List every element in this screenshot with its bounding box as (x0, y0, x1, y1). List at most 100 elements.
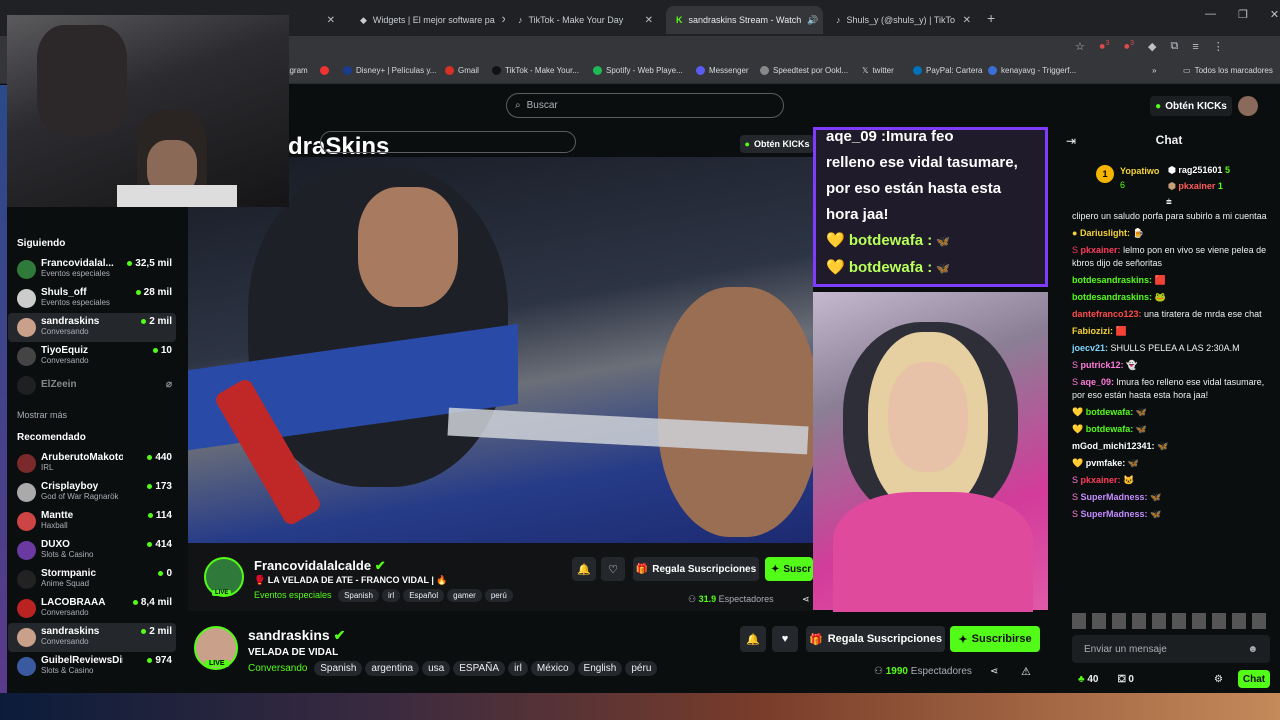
bookmark-label: twitter (872, 66, 894, 75)
send-chat-button[interactable]: Chat (1238, 670, 1270, 688)
show-more-link[interactable]: Mostrar más (17, 410, 176, 420)
emote-bar[interactable] (1072, 613, 1272, 629)
sidebar-channel[interactable]: DUXO Slots & Casino 414 (8, 536, 176, 565)
share-icon[interactable]: ⋖ (802, 594, 810, 605)
tag[interactable]: Spanish (338, 589, 379, 602)
new-tab-icon[interactable]: + (987, 10, 995, 26)
maximize-icon[interactable]: ❐ (1238, 8, 1248, 21)
bookmark[interactable]: 𝕏twitter (862, 66, 894, 75)
search-placeholder: Buscar (526, 100, 558, 111)
extension-icon[interactable]: ◆ (1148, 40, 1156, 53)
tag[interactable]: usa (422, 661, 451, 676)
minimize-icon[interactable]: — (1205, 8, 1216, 21)
close-icon[interactable]: ✕ (963, 15, 971, 26)
emote-icon: 🦋 (1150, 492, 1162, 502)
extension-icon[interactable]: ●3 (1099, 40, 1110, 53)
gift-subs-button[interactable]: 🎁 Regala Suscripciones (806, 626, 945, 652)
gift-subs-label: Regala Suscripciones (827, 633, 943, 645)
sidebar-channel[interactable]: AruberutoMakoto IRL 440 (8, 449, 176, 478)
puzzle-icon[interactable]: ⧉ (1170, 40, 1178, 53)
tag[interactable]: péru (625, 661, 658, 676)
sidebar-channel[interactable]: GuibelReviewsDir...Slots & Casino 974 (8, 652, 176, 681)
subscribe-button[interactable]: ✦ Suscribirse (950, 626, 1040, 652)
extension-icon[interactable]: ●3 (1123, 40, 1134, 53)
get-kicks-button[interactable]: ● Obtén KICKs (1150, 96, 1232, 116)
kicks-balance[interactable]: ♣ 40 (1078, 673, 1098, 686)
sidebar-channel[interactable]: sandraskins Conversando 2 mil (8, 623, 176, 652)
rank-1-icon: 1 (1096, 165, 1114, 183)
sidebar-channel[interactable]: Crisplayboy God of War Ragnarök 173 (8, 478, 176, 507)
tag[interactable]: Español (403, 589, 445, 602)
close-icon[interactable]: ✕ (645, 15, 653, 26)
viewer-count: 10 (152, 345, 172, 356)
notification-bell-icon[interactable]: 🔔 (740, 626, 766, 652)
share-icon[interactable]: ⋖ (990, 666, 998, 677)
bookmark[interactable]: PayPal: Cartera (913, 66, 982, 75)
tag[interactable]: English (577, 661, 623, 676)
sidebar-channel-offline[interactable]: ElZeein ⌀ (8, 371, 176, 400)
tag[interactable]: México (530, 661, 575, 676)
browser-tab[interactable]: ♪ TikTok - Make Your Day ✕ (508, 6, 663, 34)
close-icon[interactable]: ✕ (327, 15, 335, 26)
bell-icon[interactable]: 🔔 (572, 557, 596, 581)
browser-tab[interactable]: ◆ Widgets | El mejor software pa ✕ (350, 6, 505, 34)
browser-tab[interactable]: ♪ Shuls_y (@shuls_y) | TikTo ✕ (826, 6, 981, 34)
sidebar-channel[interactable]: Stormpanic Anime Squad 0 (8, 565, 176, 594)
category-link[interactable]: Eventos especiales (254, 590, 332, 600)
emote-icon: 🐸 (1154, 292, 1166, 302)
menu-icon[interactable]: ⋮ (1213, 40, 1224, 53)
follow-heart-icon[interactable]: ♥ (772, 626, 798, 652)
heart-icon[interactable]: ♡ (601, 557, 625, 581)
category-link[interactable]: Conversando (248, 663, 307, 674)
settings-icon[interactable]: ⚙ (1214, 673, 1223, 686)
media-icon[interactable]: ≡ (1192, 41, 1198, 53)
sidebar-channel[interactable]: Francovidalal... Eventos especiales 32,5 m… (8, 255, 176, 284)
streamer-webcam (813, 292, 1048, 612)
emoji-icon[interactable]: ☻ (1247, 643, 1258, 656)
tag[interactable]: irl (381, 589, 401, 602)
tag[interactable]: argentina (365, 661, 420, 676)
sidebar-channel[interactable]: LACOBRAAA Conversando 8,4 mil (8, 594, 176, 623)
pin-icon[interactable]: ⩧ (1166, 196, 1172, 209)
sidebar-channel[interactable]: Shuls_off Eventos especiales 28 mil (8, 284, 176, 313)
bookmark-label: Speedtest por Ookl... (773, 66, 849, 75)
channel-category: Eventos especiales (41, 269, 110, 278)
report-icon[interactable]: ⚠ (1021, 665, 1031, 678)
sidebar-channel-selected[interactable]: sandraskins Conversando 2 mil (8, 313, 176, 342)
tag[interactable]: Spanish (314, 661, 363, 676)
star-icon[interactable]: ☆ (1075, 40, 1085, 53)
channel-category: Conversando (41, 608, 89, 617)
sidebar-channel[interactable]: Mantte Haxball 114 (8, 507, 176, 536)
gift-balance[interactable]: ⛋ 0 (1118, 673, 1134, 686)
bookmark-youtube[interactable] (320, 66, 329, 75)
bookmark[interactable]: Spotify - Web Playe... (593, 66, 683, 75)
close-window-icon[interactable]: ✕ (1270, 8, 1279, 21)
search-input[interactable]: ⌕ Buscar (506, 93, 784, 118)
sidebar-channel[interactable]: TiyoEquiz Conversando 10 (8, 342, 176, 371)
close-icon[interactable]: ✕ (501, 15, 505, 26)
channel-name: LACOBRAAA (41, 597, 106, 608)
bookmark[interactable]: Gmail (445, 66, 479, 75)
chat-message: S pkxainer: lelmo pon en vivo se viene p… (1072, 245, 1267, 268)
speaker-icon[interactable]: 🔊 (807, 15, 818, 26)
tag[interactable]: irl (508, 661, 528, 676)
bookmarks-overflow-icon[interactable]: » (1152, 66, 1156, 75)
tag[interactable]: ESPAÑA (453, 661, 506, 676)
people-icon: ⚇ (874, 666, 883, 677)
browser-tab-active[interactable]: Ksandraskins Stream - Watch🔊✕ (666, 6, 823, 34)
bookmark[interactable]: Disney+ | Películas y... (343, 66, 436, 75)
bookmark[interactable]: Messenger (696, 66, 749, 75)
overlay-chat-line: 💛 botdewafa : 🦋 (826, 232, 951, 249)
chat-message: S putrick12: 👻 (1072, 360, 1138, 370)
bookmark[interactable]: kenayavg - Triggerf... (988, 66, 1076, 75)
subscribe-button[interactable]: ✦ Suscr (765, 557, 813, 581)
tag[interactable]: perú (484, 589, 513, 602)
user-avatar[interactable] (1238, 96, 1258, 116)
chat-input[interactable]: Enviar un mensaje ☻ (1072, 635, 1270, 663)
all-bookmarks[interactable]: ▭ Todos los marcadores (1183, 66, 1273, 75)
bookmark[interactable]: Speedtest por Ookl... (760, 66, 848, 75)
messenger-icon (696, 66, 705, 75)
tag[interactable]: gamer (447, 589, 482, 602)
gift-subs-button[interactable]: 🎁 Regala Suscripciones (633, 557, 759, 581)
bookmark[interactable]: TikTok - Make Your... (492, 66, 579, 75)
